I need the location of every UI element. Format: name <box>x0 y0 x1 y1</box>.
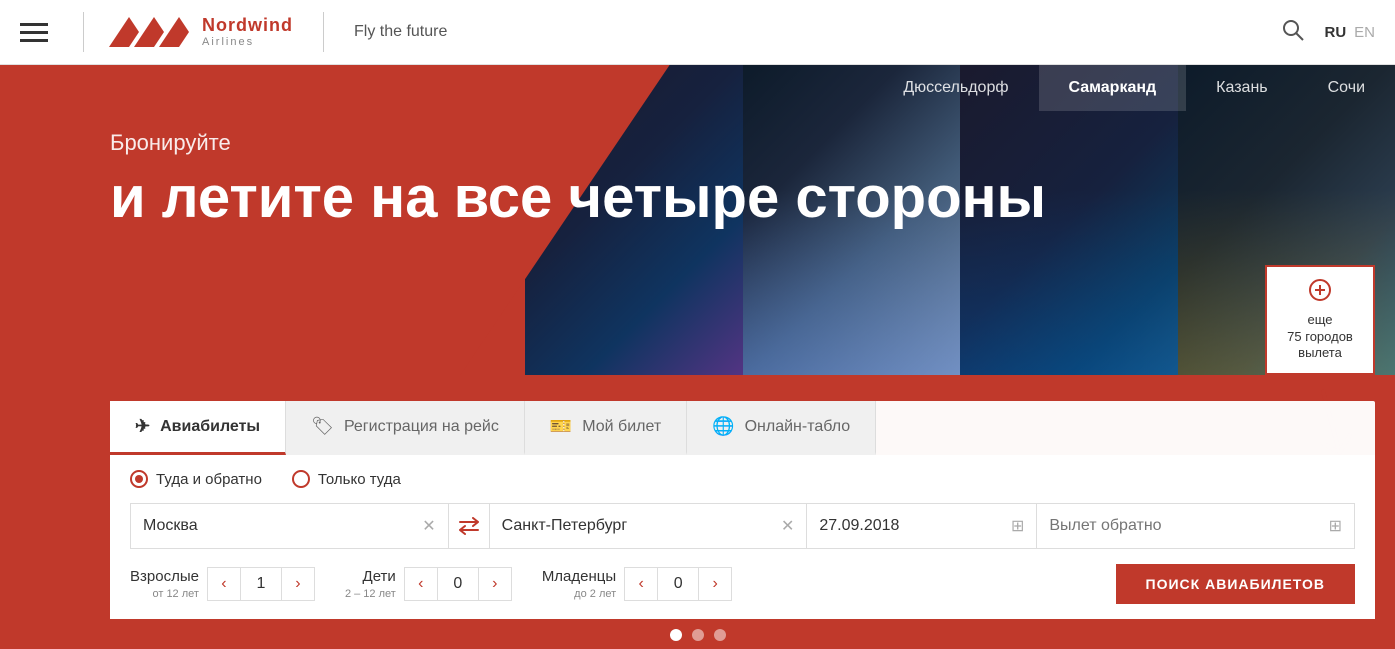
tab-checkin[interactable]: 🏷 Регистрация на рейс <box>286 401 525 455</box>
airtickets-icon: ✈ <box>135 416 150 437</box>
to-input[interactable] <box>502 517 773 535</box>
return-calendar-icon[interactable]: ⊞ <box>1329 516 1342 536</box>
more-cities-badge[interactable]: еще 75 городов вылета <box>1265 265 1375 375</box>
dest-tab-dusseldorf[interactable]: Дюссельдорф <box>873 65 1038 111</box>
hero-text: Бронируйте и летите на все четыре сторон… <box>110 130 1046 230</box>
lang-ru-btn[interactable]: RU <box>1324 24 1346 41</box>
tab-scoreboard[interactable]: 🌐 Онлайн-табло <box>687 401 876 455</box>
site-header: Nordwind Airlines Fly the future RU EN <box>0 0 1395 65</box>
adults-label: Взрослые от 12 лет <box>130 567 199 601</box>
swap-button[interactable] <box>449 503 489 549</box>
dest-tab-kazan[interactable]: Казань <box>1186 65 1297 111</box>
checkin-icon: 🏷 <box>311 416 334 437</box>
depart-calendar-icon[interactable]: ⊞ <box>1011 516 1024 536</box>
depart-date-input[interactable] <box>819 517 1011 535</box>
logo-text: Nordwind Airlines <box>202 16 293 48</box>
widget-tabs: ✈ Авиабилеты 🏷 Регистрация на рейс 🎫 Мой… <box>110 401 1375 455</box>
header-right: RU EN <box>1282 19 1375 46</box>
children-label: Дети 2 – 12 лет <box>345 567 396 601</box>
hero-subtitle: Бронируйте <box>110 130 1046 156</box>
infants-label: Младенцы до 2 лет <box>542 567 616 601</box>
dest-tab-samarkand[interactable]: Самарканд <box>1039 65 1187 111</box>
dest-tab-sochi[interactable]: Сочи <box>1298 65 1395 111</box>
carousel-dot-1[interactable] <box>670 629 682 641</box>
to-field[interactable]: ✕ <box>489 503 808 549</box>
header-divider-1 <box>83 12 84 52</box>
search-fields-row: ✕ ✕ ⊞ ⊞ <box>130 503 1355 549</box>
radio-roundtrip[interactable]: Туда и обратно <box>130 470 262 488</box>
menu-icon[interactable] <box>20 23 48 42</box>
more-cities-plus-icon <box>1308 278 1332 308</box>
infants-increment-button[interactable]: › <box>698 567 732 601</box>
carousel-dot-2[interactable] <box>692 629 704 641</box>
tab-airtickets[interactable]: ✈ Авиабилеты <box>110 401 286 455</box>
depart-date-field[interactable]: ⊞ <box>807 503 1037 549</box>
from-field[interactable]: ✕ <box>130 503 449 549</box>
children-increment-button[interactable]: › <box>478 567 512 601</box>
scoreboard-icon: 🌐 <box>712 416 734 437</box>
more-cities-count: 75 городов <box>1287 329 1353 344</box>
logo[interactable]: Nordwind Airlines <box>104 12 293 52</box>
carousel-dots <box>670 629 726 641</box>
to-clear-icon[interactable]: ✕ <box>781 516 794 536</box>
myticket-icon: 🎫 <box>550 416 572 437</box>
passengers-row: Взрослые от 12 лет ‹ 1 › Дети 2 – 12 лет <box>130 564 1355 604</box>
more-cities-label-еще: еще <box>1307 312 1332 327</box>
lang-switcher: RU EN <box>1324 24 1375 41</box>
booking-widget: ✈ Авиабилеты 🏷 Регистрация на рейс 🎫 Мой… <box>110 401 1375 619</box>
hero-title: и летите на все четыре стороны <box>110 166 1046 230</box>
infants-decrement-button[interactable]: ‹ <box>624 567 658 601</box>
infants-group: Младенцы до 2 лет ‹ 0 › <box>542 567 732 601</box>
hero-section: Дюссельдорф Самарканд Казань Сочи Бронир… <box>0 65 1395 649</box>
return-date-field[interactable]: ⊞ <box>1037 503 1355 549</box>
logo-svg <box>104 12 194 52</box>
tagline: Fly the future <box>354 23 1282 41</box>
more-cities-label2: вылета <box>1298 345 1342 360</box>
radio-oneway[interactable]: Только туда <box>292 470 401 488</box>
lang-en-btn[interactable]: EN <box>1354 24 1375 41</box>
radio-roundtrip-circle <box>130 470 148 488</box>
adults-group: Взрослые от 12 лет ‹ 1 › <box>130 567 315 601</box>
children-decrement-button[interactable]: ‹ <box>404 567 438 601</box>
brand-sub: Airlines <box>202 36 293 48</box>
children-count: 0 <box>438 567 478 601</box>
radio-oneway-circle <box>292 470 310 488</box>
adults-increment-button[interactable]: › <box>281 567 315 601</box>
children-group: Дети 2 – 12 лет ‹ 0 › <box>345 567 512 601</box>
from-clear-icon[interactable]: ✕ <box>422 516 435 536</box>
brand-name: Nordwind <box>202 16 293 36</box>
adults-stepper: ‹ 1 › <box>207 567 315 601</box>
return-date-input[interactable] <box>1049 517 1328 535</box>
widget-body: Туда и обратно Только туда ✕ <box>110 455 1375 619</box>
children-stepper: ‹ 0 › <box>404 567 512 601</box>
infants-stepper: ‹ 0 › <box>624 567 732 601</box>
more-cities-text: еще 75 городов вылета <box>1287 312 1353 363</box>
adults-count: 1 <box>241 567 281 601</box>
adults-decrement-button[interactable]: ‹ <box>207 567 241 601</box>
header-divider-2 <box>323 12 324 52</box>
search-button[interactable]: ПОИСК АВИАБИЛЕТОВ <box>1116 564 1355 604</box>
trip-type-group: Туда и обратно Только туда <box>130 470 1355 488</box>
search-icon[interactable] <box>1282 19 1304 46</box>
carousel-dot-3[interactable] <box>714 629 726 641</box>
dest-tabs: Дюссельдорф Самарканд Казань Сочи <box>873 65 1395 111</box>
from-input[interactable] <box>143 517 414 535</box>
infants-count: 0 <box>658 567 698 601</box>
tab-myticket[interactable]: 🎫 Мой билет <box>525 401 687 455</box>
